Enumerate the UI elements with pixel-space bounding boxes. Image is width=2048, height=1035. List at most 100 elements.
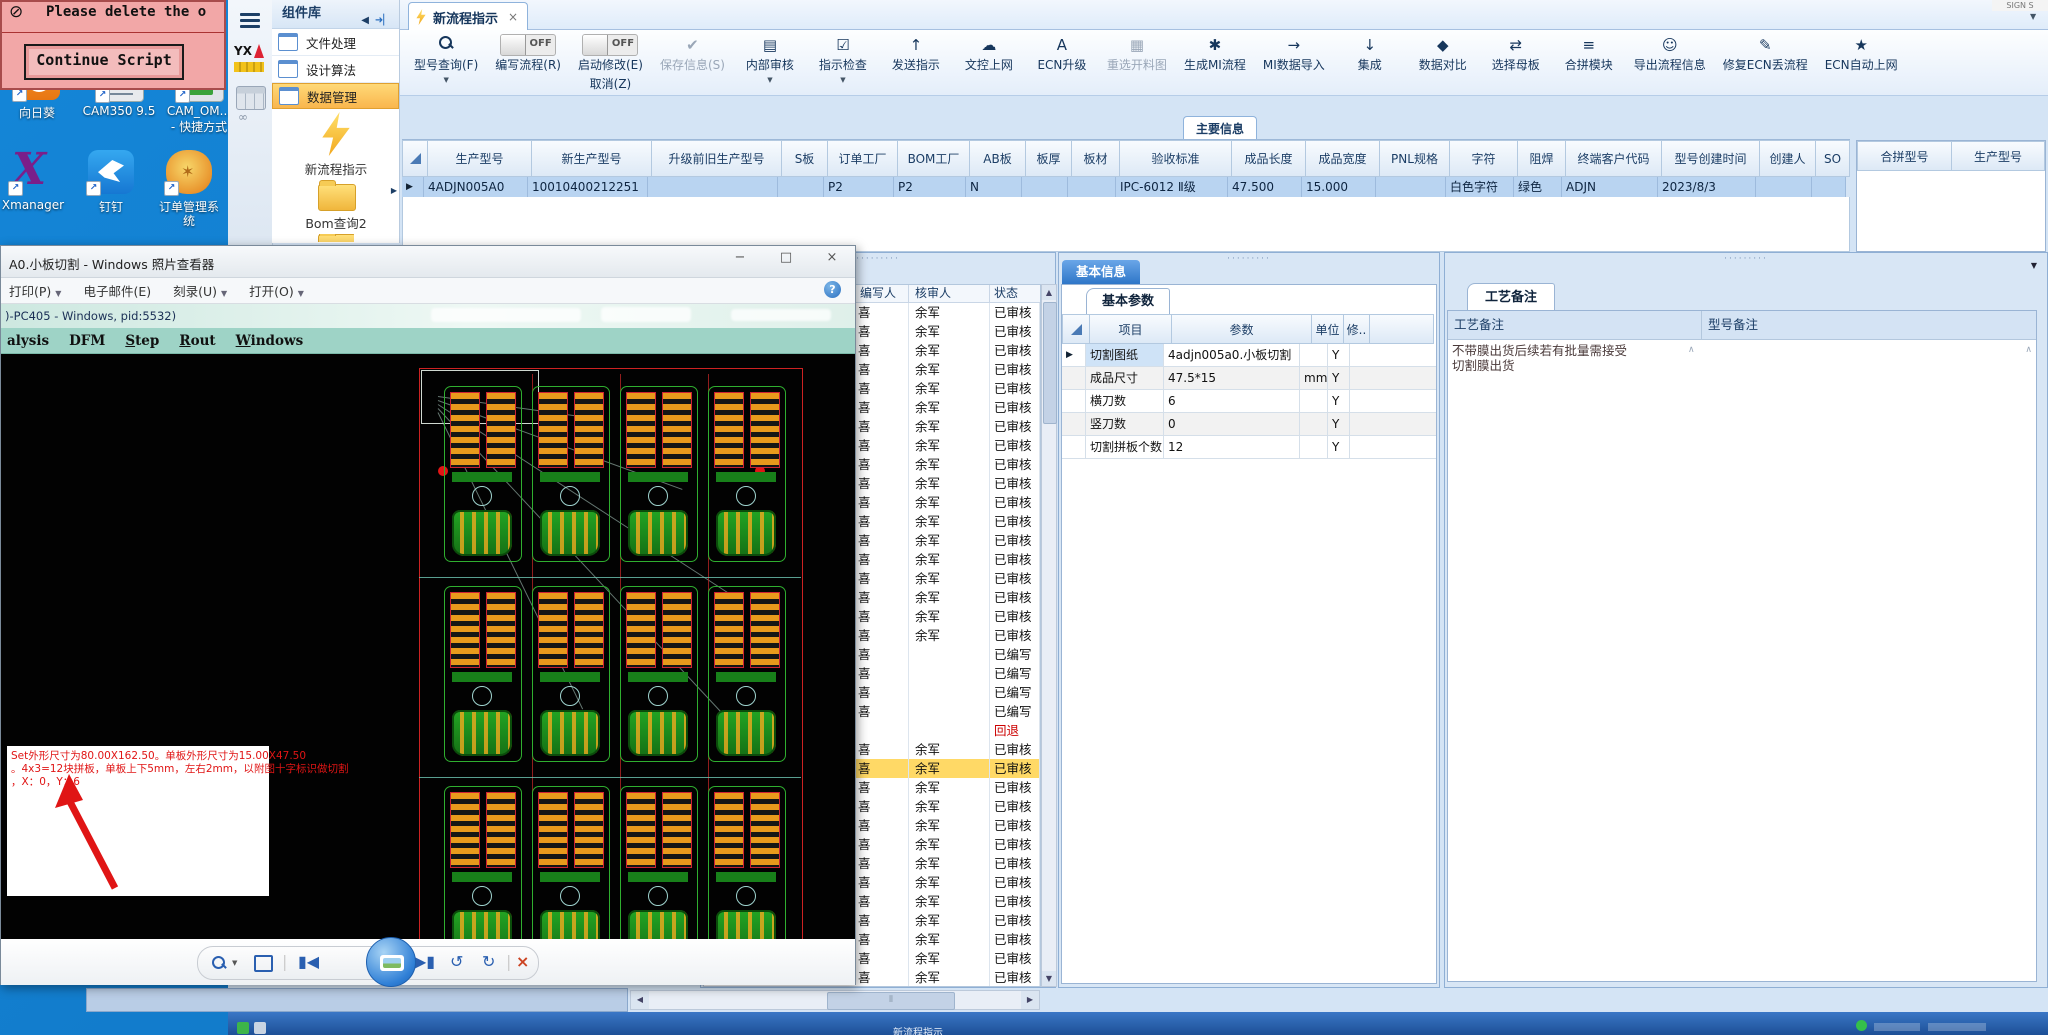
previous-icon[interactable]: ▮◀ (298, 952, 319, 971)
cell-item[interactable]: 横刀数 (1086, 390, 1164, 412)
col-header-订单工厂[interactable]: 订单工厂 (828, 140, 898, 177)
toolbar-文控上网[interactable]: ☁ 文控上网 (961, 34, 1017, 73)
cam-menu-Windows[interactable]: Windows (236, 333, 304, 349)
toolbar-集成[interactable]: ↓ 集成 (1342, 34, 1398, 73)
col-header-生产型号[interactable]: 生产型号 (428, 140, 532, 177)
panel-dropdown-icon[interactable]: ▼ (2031, 261, 2037, 270)
merge-col-header[interactable]: 合拼型号 (1857, 141, 1952, 171)
col-status[interactable]: 状态 (990, 285, 1040, 302)
toolbar-发送指示[interactable]: ↑ 发送指示 (888, 34, 944, 73)
toolbar-修复ECN丢流程[interactable]: ✎ 修复ECN丢流程 (1723, 34, 1808, 73)
toolbar-数据对比[interactable]: ◆ 数据对比 (1415, 34, 1471, 73)
cell-unit[interactable]: mm (1300, 367, 1328, 389)
cell-SO[interactable] (1812, 177, 1846, 197)
menu-电子邮件(E)[interactable]: 电子邮件(E) (83, 281, 151, 300)
param-row-2[interactable]: 横刀数 6 Y (1062, 390, 1436, 413)
cam-menu-DFM[interactable]: DFM (69, 333, 105, 349)
select-all-corner[interactable] (1070, 323, 1082, 335)
cell-生产型号[interactable]: 4ADJN005A0 (424, 177, 528, 197)
menu-打印(P)[interactable]: 打印(P) ▼ (9, 281, 61, 300)
toolbar-ECN自动上网[interactable]: ★ ECN自动上网 (1825, 34, 1898, 73)
cell-item[interactable]: 竖刀数 (1086, 413, 1164, 435)
bom-query-folder-icon[interactable] (318, 180, 356, 211)
collapse-left-icon[interactable]: ◀ (361, 7, 369, 35)
rotate-ccw-icon[interactable]: ↺ (450, 952, 463, 971)
col-unit[interactable]: 单位 (1312, 314, 1344, 344)
toolbar-ECN升级[interactable]: A ECN升级 (1034, 34, 1090, 73)
row-selector[interactable] (1062, 367, 1086, 389)
cell-创建人[interactable] (1756, 177, 1812, 197)
cell-验收标准[interactable]: IPC-6012 Ⅱ级 (1116, 177, 1228, 197)
col-flag[interactable]: 修.. (1344, 314, 1370, 344)
sidebar-item-2[interactable]: 数据管理 (272, 83, 399, 109)
scroll-up-icon[interactable]: ∧ (1688, 345, 1695, 355)
continue-script-button[interactable]: Continue Script (24, 44, 184, 80)
col-header-成品宽度[interactable]: 成品宽度 (1306, 140, 1380, 177)
col-header-PNL规格[interactable]: PNL规格 (1380, 140, 1450, 177)
cam-menu-Step[interactable]: Step (125, 333, 159, 349)
toolbar-指示检查[interactable]: ☑ 指示检查 ▼ (815, 34, 871, 84)
col-reviewer[interactable]: 核审人 (909, 285, 990, 302)
toolbar-重选开料图[interactable]: ▦ 重选开料图 (1107, 34, 1167, 73)
desktop-icon-order-system[interactable]: ✶ ↗ (164, 150, 212, 196)
col-header-终端客户代码[interactable]: 终端客户代码 (1566, 140, 1662, 177)
cam-menu-alysis[interactable]: alysis (7, 333, 49, 349)
cell-unit[interactable] (1300, 436, 1328, 458)
cell-订单工厂[interactable]: P2 (824, 177, 894, 197)
cell-PNL规格[interactable] (1376, 177, 1446, 197)
cell-flag[interactable]: Y (1328, 413, 1350, 435)
photo-viewer-titlebar[interactable]: A0.小板切割 - Windows 照片查看器 − □ × (1, 246, 855, 278)
col-header-升级前旧生产型号[interactable]: 升级前旧生产型号 (652, 140, 782, 177)
toggle-启动修改(E)[interactable]: OFF (582, 34, 639, 56)
col-header-AB板[interactable]: AB板 (970, 140, 1026, 177)
cell-item[interactable]: 切割拼板个数 (1086, 436, 1164, 458)
col-header-S板[interactable]: S板 (782, 140, 828, 177)
subtab-basic-params[interactable]: 基本参数 (1086, 288, 1170, 315)
toolbar-导出流程信息[interactable]: ☺ 导出流程信息 (1634, 34, 1706, 73)
scroll-left-icon[interactable]: ◀ (631, 991, 649, 1009)
cell-unit[interactable] (1300, 390, 1328, 412)
desktop-icon-dingtalk[interactable]: ↗ (86, 150, 134, 196)
panel-expand-handle[interactable]: ▶ (391, 186, 397, 195)
toolbar-overflow-icon[interactable]: ▼ (2030, 12, 2036, 21)
scroll-thumb[interactable] (1043, 302, 1057, 424)
toolbar-内部审核[interactable]: ▤ 内部审核 ▼ (742, 34, 798, 84)
zoom-caret-icon[interactable]: ▼ (232, 959, 237, 967)
param-row-3[interactable]: 竖刀数 0 Y (1062, 413, 1436, 436)
toolbar-sublabel[interactable]: 取消(Z) (590, 75, 632, 92)
tab-close-icon[interactable]: × (508, 10, 518, 24)
cell-成品长度[interactable]: 47.500 (1228, 177, 1302, 197)
tool-new-flow-label[interactable]: 新流程指示 (272, 159, 400, 178)
cell-value[interactable]: 47.5*15 (1164, 367, 1300, 389)
tab-new-flow-instruction[interactable]: 新流程指示 × (408, 2, 528, 31)
splitter-handle[interactable]: ········· (1445, 254, 2047, 264)
help-icon[interactable]: ? (824, 281, 841, 298)
cell-flag[interactable]: Y (1328, 436, 1350, 458)
desktop-icon-xmanager[interactable]: X ↗ (8, 144, 56, 196)
cell-阻焊[interactable]: 绿色 (1514, 177, 1562, 197)
taskbar-app-icon[interactable] (254, 1022, 266, 1034)
cell-成品宽度[interactable]: 15.000 (1302, 177, 1376, 197)
cell-AB板[interactable]: N (966, 177, 1022, 197)
tab-basic-info[interactable]: 基本信息 (1062, 260, 1140, 284)
col-craft-note[interactable]: 工艺备注 (1448, 311, 1702, 339)
cell-终端客户代码[interactable]: ADJN (1562, 177, 1658, 197)
col-header-板材[interactable]: 板材 (1072, 140, 1120, 177)
toggle-编写流程(R)[interactable]: OFF (500, 34, 557, 56)
tab-craft-notes[interactable]: 工艺备注 (1467, 283, 1555, 312)
param-row-1[interactable]: 成品尺寸 47.5*15 mm Y (1062, 367, 1436, 390)
row-selector[interactable]: ▶ (402, 177, 424, 197)
scroll-up-icon[interactable]: ▲ (1042, 285, 1056, 300)
col-header-新生产型号[interactable]: 新生产型号 (532, 140, 652, 177)
cell-板厚[interactable] (1022, 177, 1068, 197)
tool-bom-query-label[interactable]: Bom查询2 (272, 213, 400, 232)
menu-刻录(U)[interactable]: 刻录(U) ▼ (173, 281, 227, 300)
pin-panel-icon[interactable]: ➜▏ (375, 7, 391, 35)
cell-flag[interactable]: Y (1328, 390, 1350, 412)
menu-hamburger-icon[interactable] (240, 10, 260, 31)
cell-unit[interactable] (1300, 344, 1328, 366)
scroll-thumb[interactable]: ⦀ (827, 992, 955, 1010)
cell-S板[interactable] (778, 177, 824, 197)
cell-BOM工厂[interactable]: P2 (894, 177, 966, 197)
new-flow-lightning-icon[interactable] (318, 112, 354, 156)
